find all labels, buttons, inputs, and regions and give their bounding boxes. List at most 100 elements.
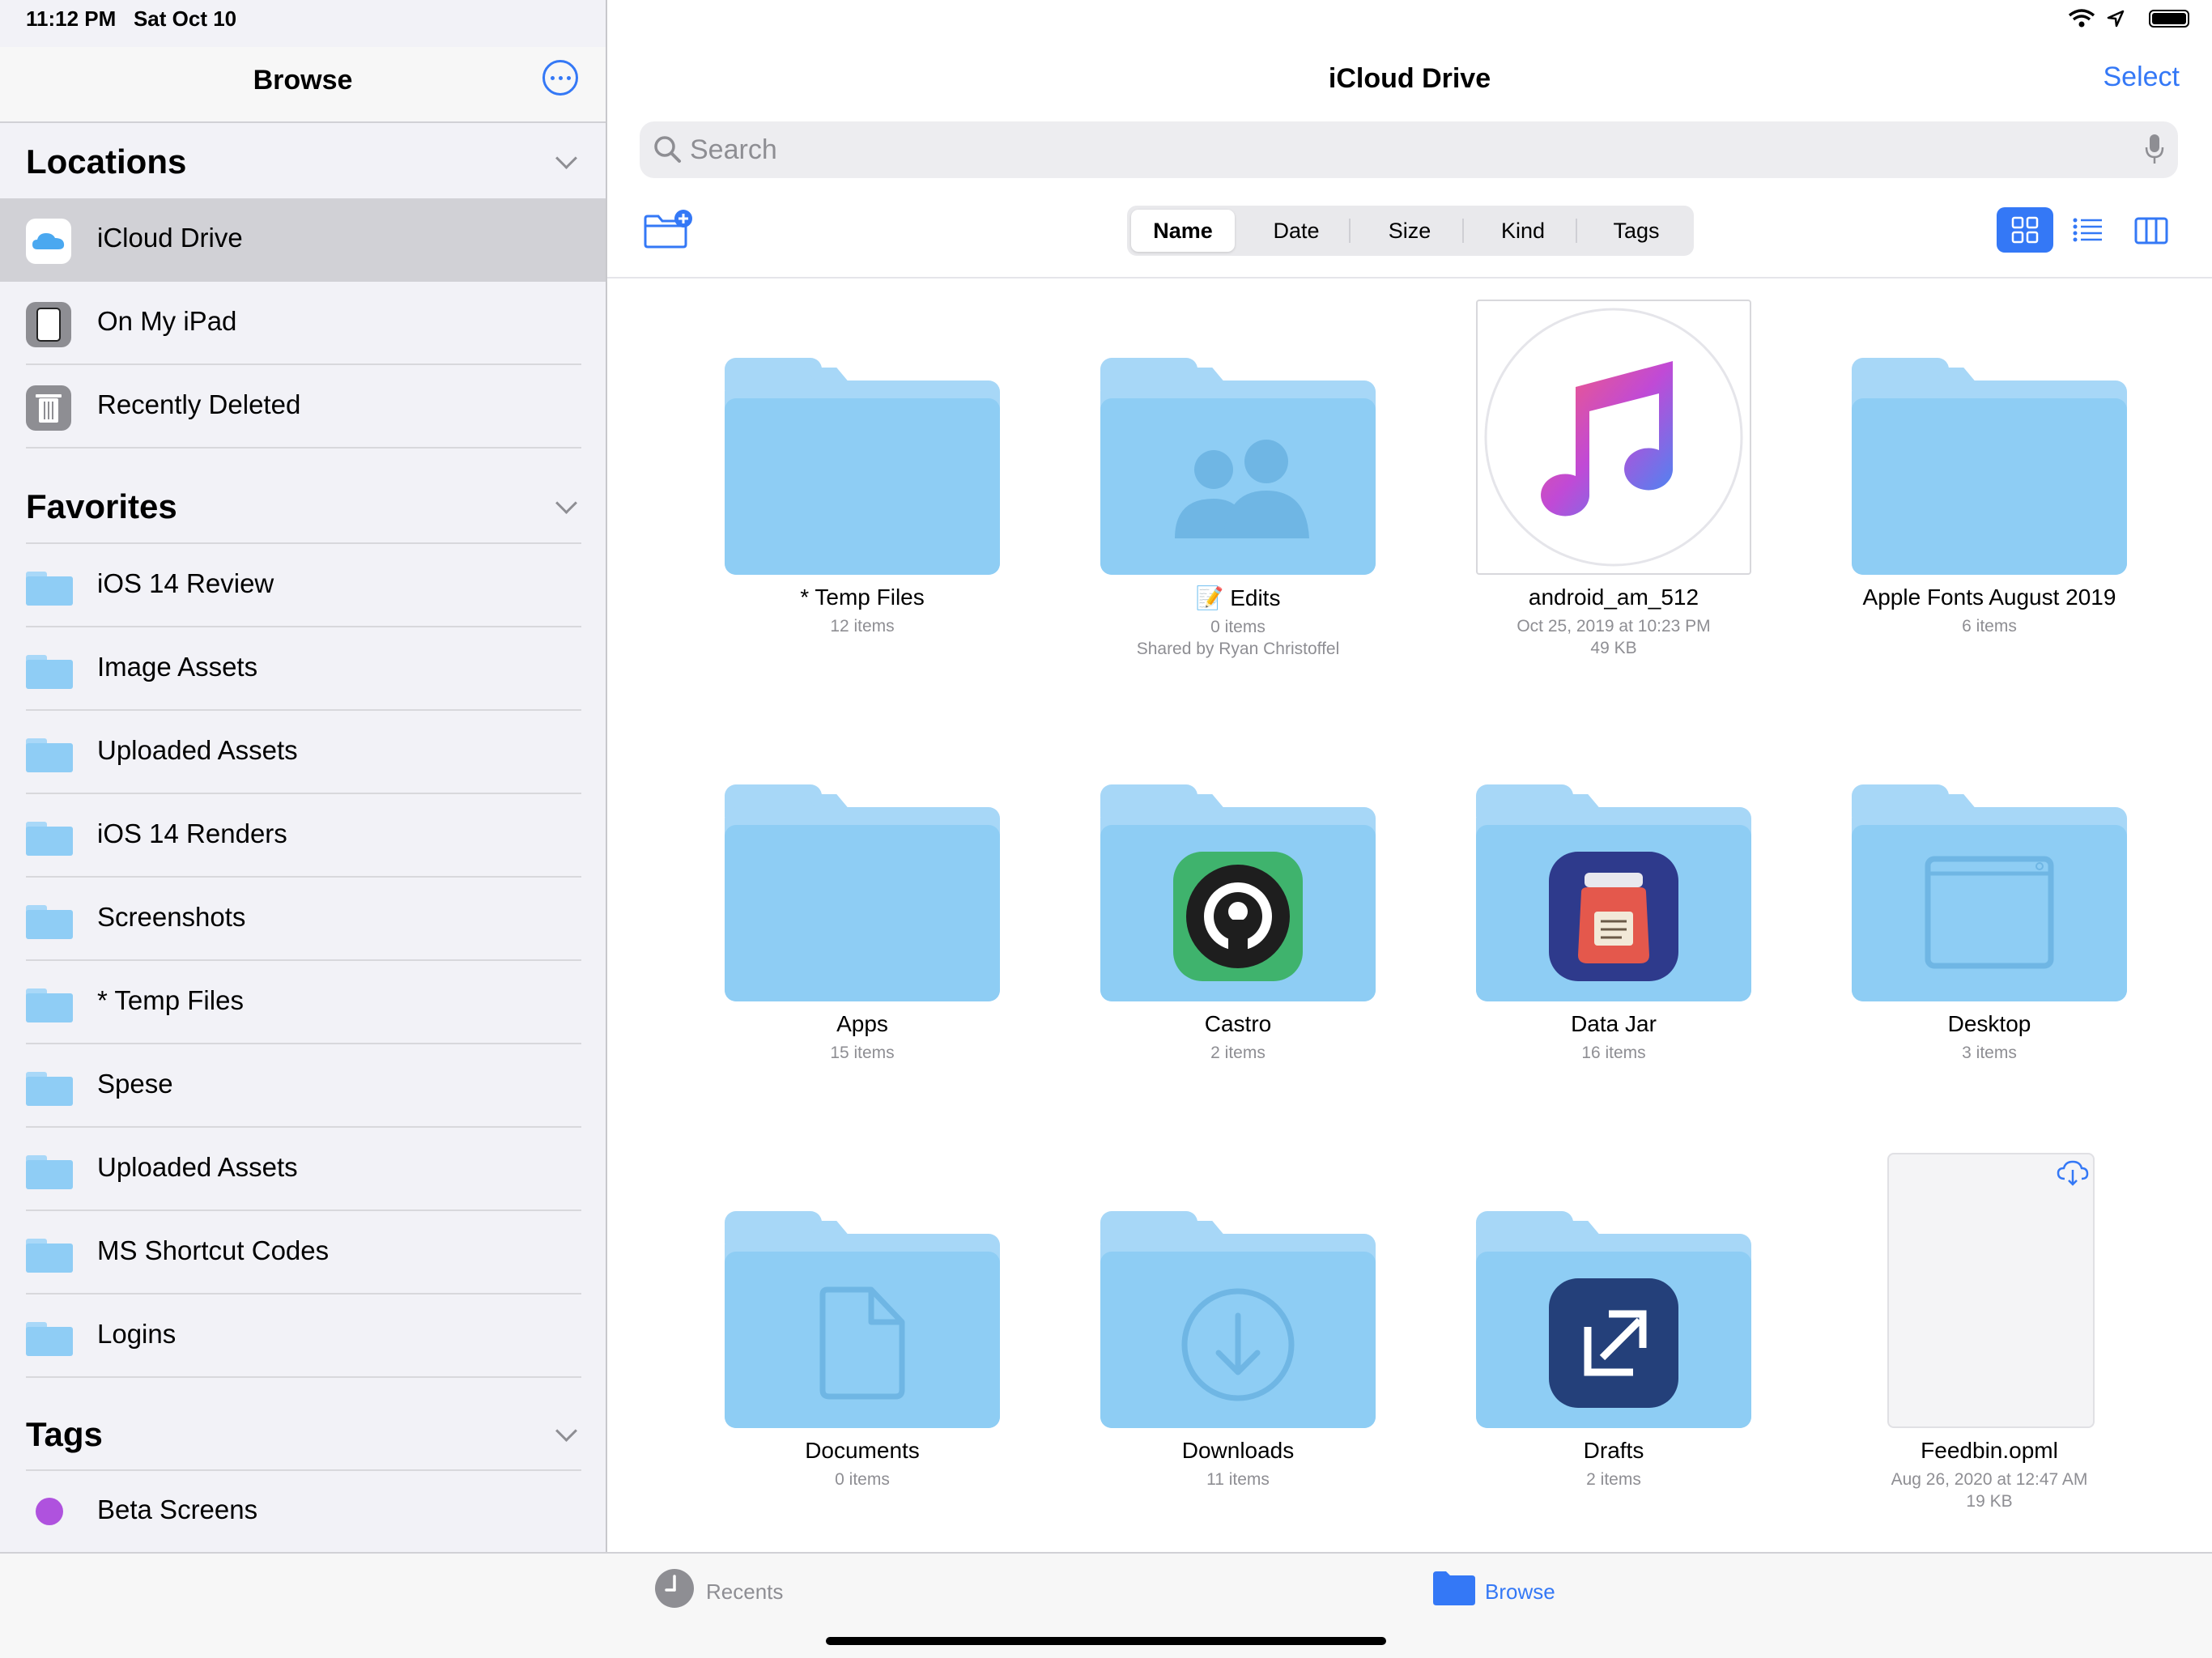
battery-icon	[2149, 10, 2189, 28]
sidebar-item-favorite[interactable]: iOS 14 Renders	[0, 794, 606, 878]
sidebar-item-favorite[interactable]: Uploaded Assets	[0, 1128, 606, 1211]
item-name: Drafts	[1583, 1438, 1644, 1463]
sidebar-item-recently-deleted[interactable]: Recently Deleted	[0, 365, 606, 449]
item-detail: 3 items	[1962, 1044, 2017, 1062]
shared-folder-icon	[1100, 300, 1376, 575]
file-item[interactable]: android_am_512 Oct 25, 2019 at 10:23 PM …	[1444, 300, 1784, 659]
locations-header[interactable]: Locations	[26, 142, 186, 181]
sidebar: 11:12 PM Sat Oct 10 Browse Locations iCl…	[0, 0, 607, 1552]
chevron-down-icon[interactable]	[555, 1420, 577, 1442]
music-app-thumbnail	[1476, 300, 1751, 575]
folder-icon	[26, 1239, 73, 1273]
item-detail: 12 items	[830, 617, 895, 636]
folder-icon	[1100, 1153, 1376, 1428]
list-view-button[interactable]	[2060, 207, 2116, 253]
chevron-down-icon[interactable]	[555, 492, 577, 514]
sidebar-item-favorite[interactable]: MS Shortcut Codes	[0, 1211, 606, 1295]
sidebar-item-favorite[interactable]: Uploaded Assets	[0, 711, 606, 794]
item-size: 19 KB	[1966, 1492, 2013, 1511]
file-item[interactable]: Apple Fonts August 2019 6 items	[1819, 300, 2159, 637]
folder-fill-icon	[1433, 1571, 1475, 1605]
chevron-down-icon[interactable]	[555, 147, 577, 169]
file-item[interactable]: Apps 15 items	[692, 726, 1032, 1064]
file-item[interactable]: Feedbin.opml Aug 26, 2020 at 12:47 AM 19…	[1819, 1153, 2159, 1512]
item-name: Castro	[1204, 1011, 1272, 1036]
file-item[interactable]: Data Jar 16 items	[1444, 726, 1784, 1064]
sidebar-item-label: Image Assets	[97, 652, 258, 682]
sidebar-item-label: Uploaded Assets	[97, 1152, 298, 1182]
file-item[interactable]: Downloads 11 items	[1068, 1153, 1408, 1490]
item-name: * Temp Files	[800, 585, 925, 610]
sort-tags-button[interactable]: Tags	[1585, 210, 1688, 252]
sidebar-item-label: Recently Deleted	[97, 389, 301, 419]
trash-icon	[26, 385, 71, 431]
sidebar-item-tag[interactable]: Beta Screens	[0, 1470, 606, 1554]
item-date: Aug 26, 2020 at 12:47 AM	[1891, 1470, 2088, 1489]
select-button[interactable]: Select	[2104, 62, 2180, 93]
sidebar-item-label: iOS 14 Review	[97, 568, 274, 598]
sidebar-item-icloud-drive[interactable]: iCloud Drive	[0, 198, 606, 282]
search-input[interactable]: Search	[690, 134, 777, 166]
sidebar-item-favorite[interactable]: iOS 14 Review	[0, 544, 606, 627]
sidebar-header: Browse	[0, 47, 606, 123]
file-item[interactable]: Desktop 3 items	[1819, 726, 2159, 1064]
list-icon	[2073, 218, 2102, 242]
new-folder-icon[interactable]	[643, 209, 693, 249]
tags-header[interactable]: Tags	[26, 1415, 103, 1454]
columns-icon	[2134, 217, 2168, 244]
item-detail: 11 items	[1206, 1470, 1270, 1489]
toolbar: Name Date Size Kind Tags	[607, 202, 2212, 267]
sort-kind-button[interactable]: Kind	[1471, 210, 1575, 252]
icloud-icon	[26, 219, 71, 264]
item-name: Downloads	[1181, 1438, 1295, 1463]
file-item[interactable]: * Temp Files 12 items	[692, 300, 1032, 637]
folder-icon	[26, 1155, 73, 1189]
sidebar-item-favorite[interactable]: * Temp Files	[0, 961, 606, 1044]
tab-bar: Recents Browse	[0, 1552, 2212, 1658]
folder-icon	[26, 738, 73, 772]
document-icon	[819, 1286, 905, 1400]
microphone-icon[interactable]	[2144, 133, 2165, 167]
search-bar[interactable]: Search	[640, 121, 2178, 178]
sidebar-item-label: Uploaded Assets	[97, 735, 298, 765]
sidebar-item-favorite[interactable]: Image Assets	[0, 627, 606, 711]
item-name: Desktop	[1947, 1011, 2031, 1036]
column-view-button[interactable]	[2123, 207, 2180, 253]
file-item[interactable]: Castro 2 items	[1068, 726, 1408, 1064]
sort-size-button[interactable]: Size	[1358, 210, 1461, 252]
music-note-icon	[1484, 308, 1743, 567]
sort-date-button[interactable]: Date	[1244, 210, 1348, 252]
item-detail: 2 items	[1586, 1470, 1641, 1489]
file-item[interactable]: Documents 0 items	[692, 1153, 1032, 1490]
item-detail: 15 items	[830, 1044, 895, 1062]
sidebar-item-favorite[interactable]: Screenshots	[0, 878, 606, 961]
item-name: Documents	[805, 1438, 920, 1463]
clock-icon	[655, 1569, 694, 1608]
cloud-download-icon[interactable]	[2056, 1159, 2090, 1187]
desktop-window-icon	[1925, 856, 2054, 969]
item-name: Feedbin.opml	[1921, 1438, 2058, 1463]
sort-name-button[interactable]: Name	[1131, 210, 1235, 252]
people-icon	[1175, 440, 1309, 538]
sidebar-item-label: Spese	[97, 1069, 173, 1099]
item-detail: 2 items	[1210, 1044, 1266, 1062]
folder-icon	[26, 988, 73, 1022]
sidebar-item-label: On My iPad	[97, 306, 237, 336]
sort-segmented-control: Name Date Size Kind Tags	[1127, 206, 1694, 256]
main-content: iCloud Drive Select Search Name Date Siz…	[607, 0, 2212, 1552]
item-name: Apple Fonts August 2019	[1862, 585, 2116, 610]
folder-icon	[1852, 726, 2127, 1001]
folder-icon	[1476, 1153, 1751, 1428]
file-item[interactable]: Drafts 2 items	[1444, 1153, 1784, 1490]
file-item[interactable]: 📝 Edits 0 items Shared by Ryan Christoff…	[1068, 300, 1408, 660]
sidebar-item-on-my-ipad[interactable]: On My iPad	[0, 282, 606, 365]
sidebar-item-favorite[interactable]: Spese	[0, 1044, 606, 1128]
home-indicator	[826, 1637, 1386, 1645]
icon-view-button[interactable]	[1997, 207, 2053, 253]
folder-icon	[26, 572, 73, 606]
item-detail: 6 items	[1962, 617, 2017, 636]
item-name: 📝 Edits	[1195, 585, 1281, 610]
more-options-button[interactable]	[542, 60, 578, 96]
sidebar-item-favorite[interactable]: Logins	[0, 1295, 606, 1378]
favorites-header[interactable]: Favorites	[26, 487, 177, 526]
